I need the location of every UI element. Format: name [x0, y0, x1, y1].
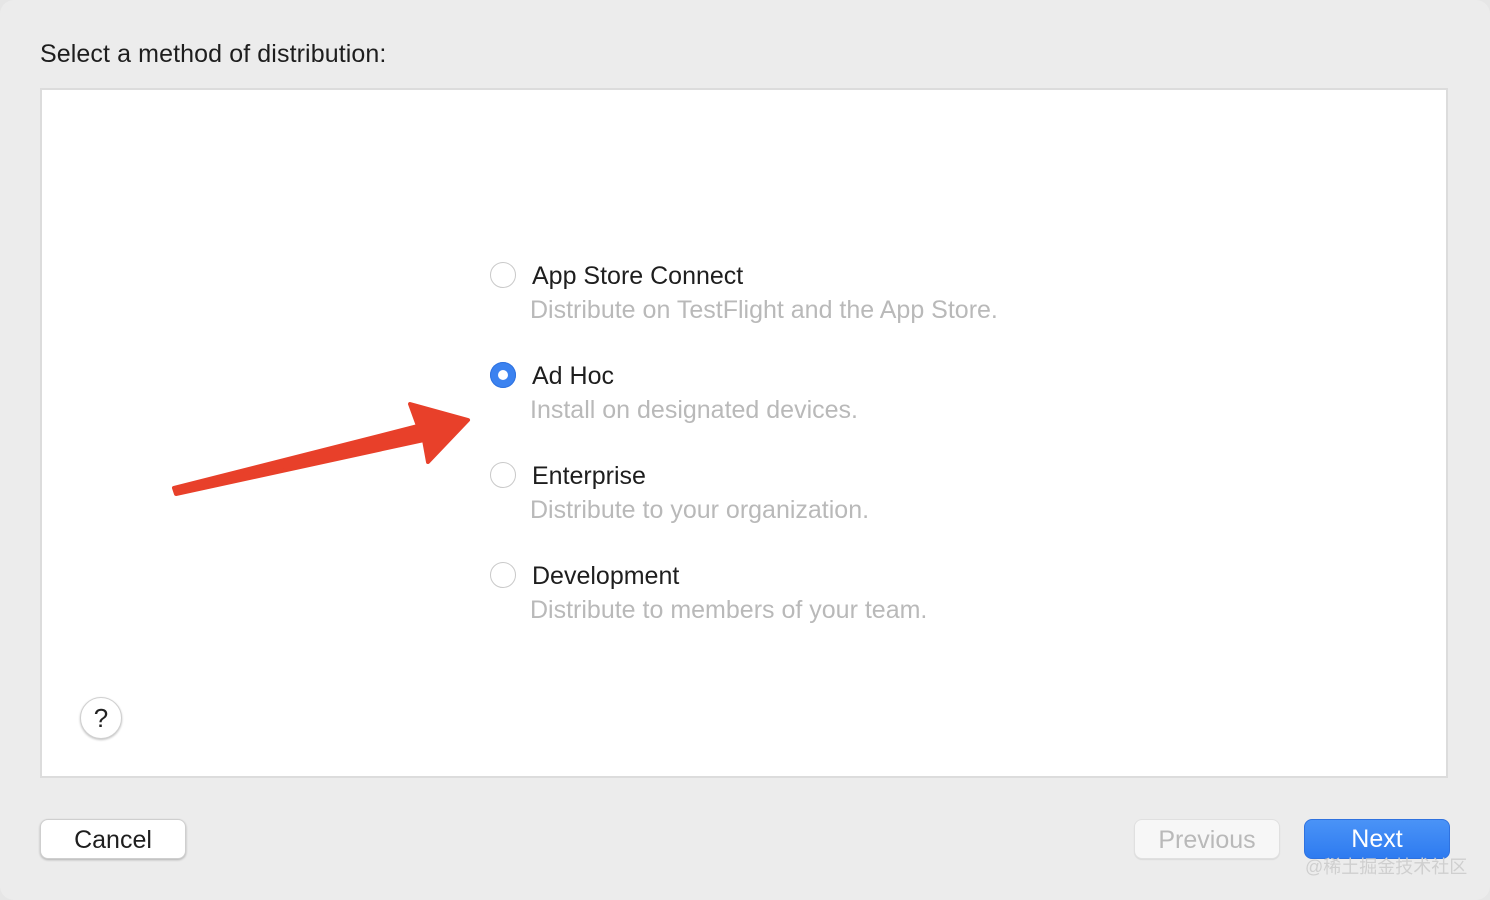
option-title[interactable]: Enterprise	[532, 462, 646, 491]
radio-ad-hoc[interactable]	[490, 362, 516, 388]
option-description: Distribute on TestFlight and the App Sto…	[530, 296, 998, 324]
help-button[interactable]: ?	[80, 697, 122, 739]
option-description: Install on designated devices.	[530, 396, 858, 424]
dialog-heading: Select a method of distribution:	[40, 40, 387, 68]
distribution-dialog: Select a method of distribution: App Sto…	[0, 0, 1490, 900]
cancel-button[interactable]: Cancel	[40, 819, 186, 859]
option-title[interactable]: Ad Hoc	[532, 362, 614, 391]
previous-button: Previous	[1134, 819, 1280, 859]
radio-enterprise[interactable]	[490, 462, 516, 488]
distribution-options-panel	[40, 88, 1448, 778]
radio-app-store-connect[interactable]	[490, 262, 516, 288]
radio-development[interactable]	[490, 562, 516, 588]
option-title[interactable]: App Store Connect	[532, 262, 743, 291]
option-title[interactable]: Development	[532, 562, 679, 591]
watermark: @稀土掘金技术社区	[1305, 857, 1468, 877]
option-description: Distribute to members of your team.	[530, 596, 928, 624]
option-description: Distribute to your organization.	[530, 496, 870, 524]
